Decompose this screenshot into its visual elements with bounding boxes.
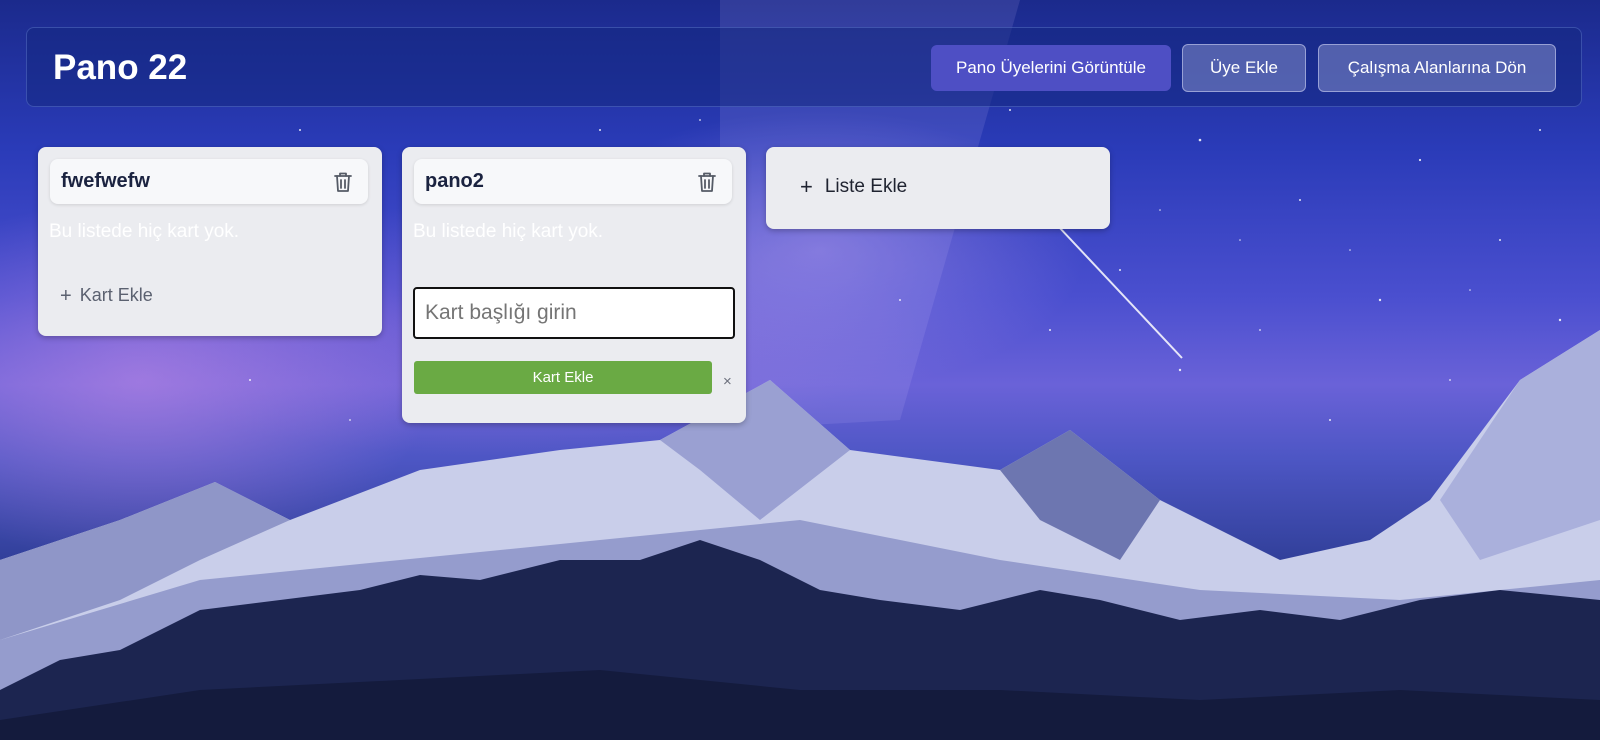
back-to-workspaces-button[interactable]: Çalışma Alanlarına Dön <box>1318 44 1556 92</box>
card-title-input[interactable] <box>413 287 735 339</box>
add-list-content: + Liste Ekle <box>800 176 907 198</box>
empty-list-message: Bu listede hiç kart yok. <box>49 221 240 242</box>
add-card-submit-button[interactable]: Kart Ekle <box>414 361 712 394</box>
board-page: Pano 22 Pano Üyelerini Görüntüle Üye Ekl… <box>0 0 1600 740</box>
empty-list-message: Bu listede hiç kart yok. <box>413 221 604 242</box>
trash-icon[interactable] <box>332 170 354 194</box>
add-card-link[interactable]: + Kart Ekle <box>60 285 153 306</box>
list-header: pano2 <box>414 159 732 204</box>
view-board-members-button[interactable]: Pano Üyelerini Görüntüle <box>931 45 1171 91</box>
list-column: pano2 Bu listede hiç kart yok. Kart Ekle… <box>402 147 746 423</box>
plus-icon: + <box>800 174 813 199</box>
plus-icon: + <box>60 284 72 307</box>
board-title: Pano 22 <box>53 48 188 87</box>
add-member-button[interactable]: Üye Ekle <box>1182 44 1306 92</box>
trash-icon[interactable] <box>696 170 718 194</box>
add-card-label: Kart Ekle <box>79 285 153 305</box>
mountain-background-image <box>0 0 1600 740</box>
list-header: fwefwefw <box>50 159 368 204</box>
add-list-label: Liste Ekle <box>824 176 908 197</box>
list-title: pano2 <box>425 170 484 192</box>
list-column: fwefwefw Bu listede hiç kart yok. + Kart… <box>38 147 382 336</box>
add-list-button[interactable]: + Liste Ekle <box>766 147 1110 229</box>
list-title: fwefwefw <box>61 170 150 192</box>
board-header: Pano 22 Pano Üyelerini Görüntüle Üye Ekl… <box>26 27 1582 107</box>
close-icon[interactable]: × <box>723 374 732 389</box>
